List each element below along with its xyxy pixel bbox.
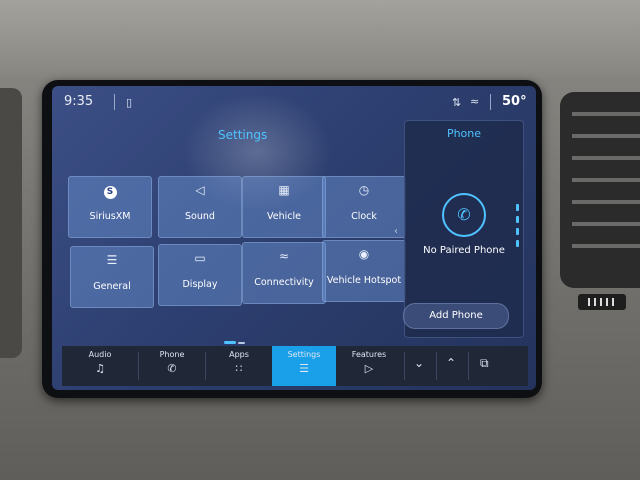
nav-label: Apps (229, 350, 249, 359)
sliders-icon: ☰ (106, 253, 118, 267)
vent-slat (572, 134, 640, 138)
page-dot (238, 342, 245, 344)
panel-scroll-indicator[interactable] (516, 204, 519, 260)
phone-panel: Phone ✆ No Paired Phone Add Phone (403, 120, 524, 338)
right-air-vent (560, 92, 640, 288)
vent-control-button[interactable] (578, 294, 626, 310)
tile-siriusxm[interactable]: S SiriusXM (68, 176, 152, 238)
vehicle-features-icon: ▷ (364, 362, 374, 375)
chevron-down-icon[interactable]: ⌄ (414, 356, 424, 370)
nav-divider (404, 352, 405, 380)
nav-label: Settings (287, 350, 321, 359)
nav-divider (436, 352, 437, 380)
tile-label: Vehicle (267, 211, 301, 222)
nav-label: Phone (159, 350, 185, 359)
nav-divider (468, 352, 469, 380)
tile-vehicle-hotspot[interactable]: ◉ Vehicle Hotspot (322, 240, 406, 302)
left-vent (0, 88, 22, 358)
chevron-up-icon[interactable]: ⌃ (446, 356, 456, 370)
tile-sound[interactable]: ◁ Sound (158, 176, 242, 238)
settings-title: Settings (218, 128, 268, 142)
add-phone-button[interactable]: Add Phone (403, 303, 509, 329)
tile-label: Connectivity (254, 277, 314, 288)
bottom-nav-bar: Audio ♫ Phone ✆ Apps ∷ Settings ☰ Featur… (62, 346, 528, 386)
nav-phone[interactable]: Phone ✆ (139, 346, 205, 386)
tile-general[interactable]: ☰ General (70, 246, 154, 308)
vehicle-icon: ▦ (278, 183, 290, 197)
wifi-icon: ≈ (278, 249, 290, 263)
phone-icon: ✆ (167, 362, 177, 375)
clock-time: 9:35 (64, 94, 94, 109)
nav-label: Features (351, 350, 387, 359)
sliders-icon: ☰ (299, 362, 309, 375)
hotspot-icon: ◉ (358, 247, 370, 261)
vent-slat (572, 156, 640, 160)
vent-slat (572, 244, 640, 248)
page-dot-active (224, 341, 236, 344)
vent-slat (572, 178, 640, 182)
dashboard-trim (0, 0, 640, 78)
tile-label: Clock (351, 211, 377, 222)
status-divider (114, 94, 115, 110)
nav-label: Audio (88, 350, 112, 359)
tile-label: Display (182, 279, 218, 290)
vent-slat (572, 222, 640, 226)
panel-collapse-handle[interactable]: ‹ (394, 226, 398, 237)
tile-label: Sound (185, 211, 215, 222)
tile-connectivity[interactable]: ≈ Connectivity (242, 242, 326, 304)
outside-temperature[interactable]: 50° (502, 94, 527, 109)
apps-grid-icon: ∷ (235, 362, 243, 375)
siriusxm-icon: S (69, 183, 151, 199)
phone-panel-title: Phone (446, 127, 482, 140)
vent-slat (572, 200, 640, 204)
infotainment-screen: 9:35 ▯ ⇅ ≈ 50° Settings S SiriusXM ◁ Sou… (52, 86, 536, 390)
vent-slat (572, 112, 640, 116)
status-divider (490, 94, 491, 110)
nav-features[interactable]: Features ▷ (336, 346, 402, 386)
phone-status: No Paired Phone (423, 245, 505, 256)
nav-audio[interactable]: Audio ♫ (62, 346, 138, 386)
display-icon: ▭ (194, 251, 206, 265)
tile-label: Vehicle Hotspot (326, 275, 402, 286)
wifi-icon: ≈ (470, 95, 480, 108)
nav-apps[interactable]: Apps ∷ (206, 346, 272, 386)
music-note-icon: ♫ (95, 362, 105, 375)
nav-settings[interactable]: Settings ☰ (272, 346, 336, 386)
tile-display[interactable]: ▭ Display (158, 244, 242, 306)
phone-icon: ✆ (442, 193, 486, 237)
copy-screens-icon[interactable]: ⧉ (480, 356, 489, 371)
phone-status-icon[interactable]: ▯ (126, 96, 132, 109)
signal-icon: ⇅ (452, 96, 462, 109)
tile-label: SiriusXM (89, 211, 131, 222)
tile-vehicle[interactable]: ▦ Vehicle (242, 176, 326, 238)
speaker-icon: ◁ (195, 183, 205, 197)
clock-icon: ◷ (358, 183, 370, 197)
tile-label: General (93, 281, 131, 292)
status-bar: 9:35 ▯ ⇅ ≈ 50° (52, 86, 536, 116)
